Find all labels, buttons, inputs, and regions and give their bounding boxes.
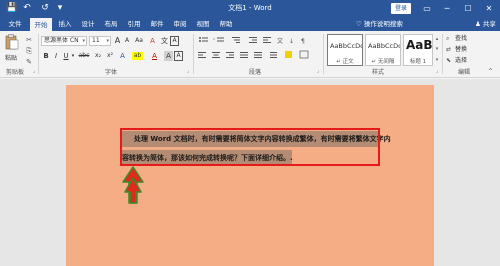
tab-file[interactable]: 文件 bbox=[4, 17, 26, 31]
font-color-button[interactable]: A bbox=[150, 51, 159, 61]
more-styles-icon[interactable]: ▾ bbox=[433, 55, 441, 65]
editing-group-label: 编辑 bbox=[458, 69, 471, 76]
tell-me-search[interactable]: ♡ 操作说明搜索 bbox=[356, 17, 403, 31]
find-button[interactable]: ⌕ 查找 bbox=[446, 34, 467, 44]
cursor-icon: ⬉ bbox=[446, 57, 452, 64]
tab-references[interactable]: 引用 bbox=[124, 17, 144, 31]
paragraph-group-label: 段落 bbox=[249, 69, 262, 76]
login-button[interactable]: 登录 bbox=[391, 3, 411, 14]
group-divider bbox=[38, 34, 39, 74]
phonetic-guide-button[interactable]: 文 bbox=[160, 36, 169, 46]
tab-layout[interactable]: 布局 bbox=[101, 17, 121, 31]
replace-icon: ⇄ bbox=[446, 46, 452, 53]
style-heading-1[interactable]: AaBl 标题 1 bbox=[403, 34, 433, 66]
tab-view[interactable]: 视图 bbox=[193, 17, 213, 31]
style-sample: AaBbCcDc bbox=[368, 42, 401, 50]
strikethrough-button[interactable]: abc bbox=[78, 51, 90, 61]
font-name-dropdown[interactable]: 思源黑体 CN ▾ bbox=[41, 36, 87, 46]
style-name: 标题 1 bbox=[409, 59, 427, 65]
select-button[interactable]: ⬉ 选择 bbox=[446, 56, 467, 66]
underline-button[interactable]: U bbox=[62, 51, 70, 61]
collapse-ribbon-icon[interactable]: ^ bbox=[488, 68, 493, 75]
bold-button[interactable]: B bbox=[42, 51, 50, 61]
character-border-button[interactable]: A bbox=[174, 51, 183, 61]
ribbon-tabs: 文件 开始 插入 设计 布局 引用 邮件 审阅 视图 帮助 ♡ 操作说明搜索 ♟… bbox=[0, 17, 500, 31]
tab-home[interactable]: 开始 bbox=[30, 18, 52, 31]
paragraph-dialog-launcher-icon[interactable]: ⌟ bbox=[317, 68, 319, 74]
styles-dialog-launcher-icon[interactable]: ⌟ bbox=[436, 68, 438, 74]
style-normal[interactable]: AaBbCcDc ↵ 正文 bbox=[327, 34, 363, 66]
character-shading-button[interactable]: A bbox=[164, 51, 173, 61]
chevron-down-icon: ▾ bbox=[82, 38, 85, 44]
search-icon: ⌕ bbox=[446, 35, 450, 42]
chevron-down-icon: ▾ bbox=[106, 38, 109, 44]
tab-help[interactable]: 帮助 bbox=[216, 17, 236, 31]
tab-design[interactable]: 设计 bbox=[78, 17, 98, 31]
svg-text:¶: ¶ bbox=[301, 38, 305, 45]
chevron-down-icon[interactable]: ▾ bbox=[71, 51, 75, 61]
superscript-button[interactable]: x² bbox=[105, 51, 115, 61]
up-arrow-icon bbox=[122, 166, 144, 204]
paste-label: 粘贴 bbox=[5, 55, 18, 62]
shrink-font-button[interactable]: A bbox=[123, 36, 131, 46]
format-painter-icon[interactable]: ✎ bbox=[24, 58, 34, 67]
font-group-label: 字体 bbox=[105, 69, 118, 76]
subscript-button[interactable]: x₂ bbox=[93, 51, 103, 61]
style-no-spacing[interactable]: AaBbCcDc ↵ 无间隔 bbox=[365, 34, 401, 66]
paste-button[interactable]: 粘贴 bbox=[3, 34, 21, 66]
title-bar: 💾 ↶ ↺ ▾ 文档1 - Word 登录 ▭ ─ ☐ ✕ bbox=[0, 0, 500, 17]
clipboard-group-label: 剪贴板 bbox=[6, 69, 25, 76]
highlight-frame bbox=[120, 128, 380, 166]
style-name: ↵ 正文 bbox=[336, 59, 354, 65]
enclose-characters-button[interactable]: A bbox=[170, 36, 179, 46]
share-button[interactable]: ♟ 共享 bbox=[475, 17, 496, 31]
group-divider bbox=[442, 34, 443, 74]
change-case-button[interactable]: Aa bbox=[133, 36, 145, 46]
tab-insert[interactable]: 插入 bbox=[55, 17, 75, 31]
close-icon[interactable]: ✕ bbox=[480, 0, 498, 17]
style-name: ↵ 无间隔 bbox=[371, 59, 395, 65]
highlight-color-button[interactable]: ab bbox=[132, 52, 143, 60]
cut-icon[interactable]: ✂ bbox=[24, 36, 34, 45]
group-divider bbox=[323, 34, 324, 74]
tab-review[interactable]: 审阅 bbox=[170, 17, 190, 31]
grow-font-button[interactable]: A bbox=[113, 36, 122, 46]
font-dialog-launcher-icon[interactable]: ⌟ bbox=[187, 68, 189, 74]
chevron-down-icon[interactable]: ▾ bbox=[433, 44, 441, 54]
style-sample: AaBl bbox=[406, 38, 433, 52]
chevron-up-icon[interactable]: ▴ bbox=[433, 34, 441, 44]
font-name-value: 思源黑体 CN bbox=[44, 37, 79, 44]
copy-icon[interactable]: ⎘ bbox=[24, 47, 34, 56]
clipboard-dialog-launcher-icon[interactable]: ⌟ bbox=[33, 68, 35, 74]
paragraph-controls[interactable]: 1 文 ↓ ¶ bbox=[197, 35, 321, 65]
svg-text:文: 文 bbox=[277, 37, 283, 45]
font-size-dropdown[interactable]: 11 ▾ bbox=[89, 36, 111, 46]
text-effects-button[interactable]: A bbox=[118, 51, 127, 61]
style-sample: AaBbCcDc bbox=[330, 42, 363, 50]
ribbon-display-options-icon[interactable]: ▭ bbox=[418, 0, 436, 17]
ribbon: 粘贴 ✂ ⎘ ✎ 剪贴板 ⌟ 思源黑体 CN ▾ 11 ▾ A A Aa A 文… bbox=[0, 31, 500, 78]
font-size-value: 11 bbox=[92, 37, 100, 44]
minimize-icon[interactable]: ─ bbox=[438, 0, 456, 17]
italic-button[interactable]: I bbox=[52, 51, 60, 61]
svg-text:↓: ↓ bbox=[289, 38, 294, 45]
group-divider bbox=[193, 34, 194, 74]
maximize-icon[interactable]: ☐ bbox=[459, 0, 477, 17]
tab-mailings[interactable]: 邮件 bbox=[147, 17, 167, 31]
replace-button[interactable]: ⇄ 替换 bbox=[446, 45, 467, 55]
clear-formatting-button[interactable]: A bbox=[148, 36, 157, 46]
paste-icon bbox=[5, 34, 19, 50]
styles-group-label: 样式 bbox=[372, 69, 385, 76]
svg-text:1: 1 bbox=[213, 37, 215, 41]
